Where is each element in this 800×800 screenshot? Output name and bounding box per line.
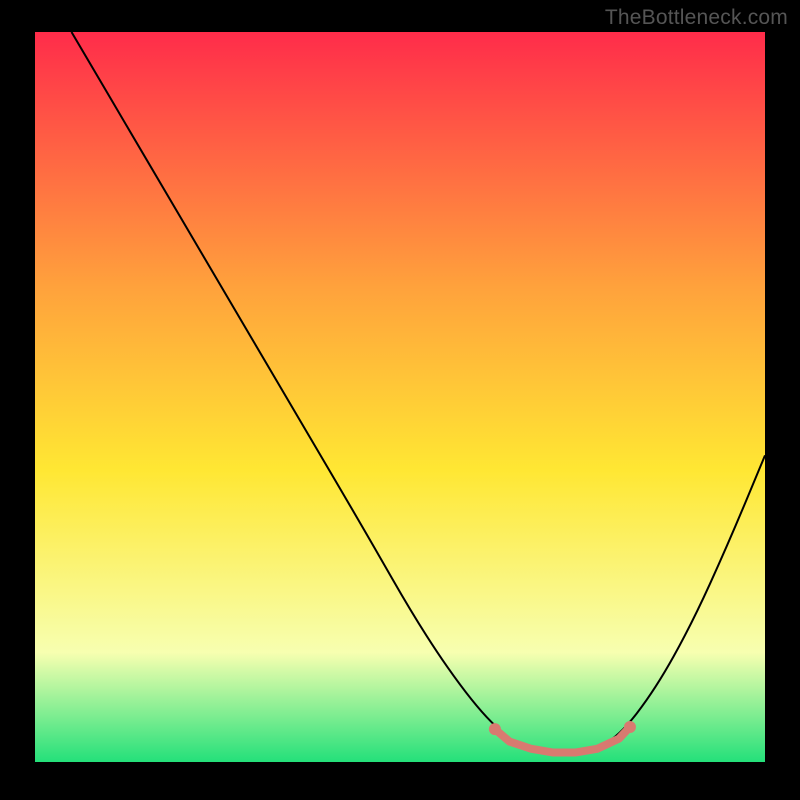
optimal-zone-endpoint bbox=[489, 723, 501, 735]
watermark-text: TheBottleneck.com bbox=[605, 6, 788, 30]
chart-container: TheBottleneck.com bbox=[0, 0, 800, 800]
plot-background bbox=[35, 32, 765, 762]
optimal-zone-endpoint bbox=[624, 721, 636, 733]
chart-svg bbox=[0, 0, 800, 800]
